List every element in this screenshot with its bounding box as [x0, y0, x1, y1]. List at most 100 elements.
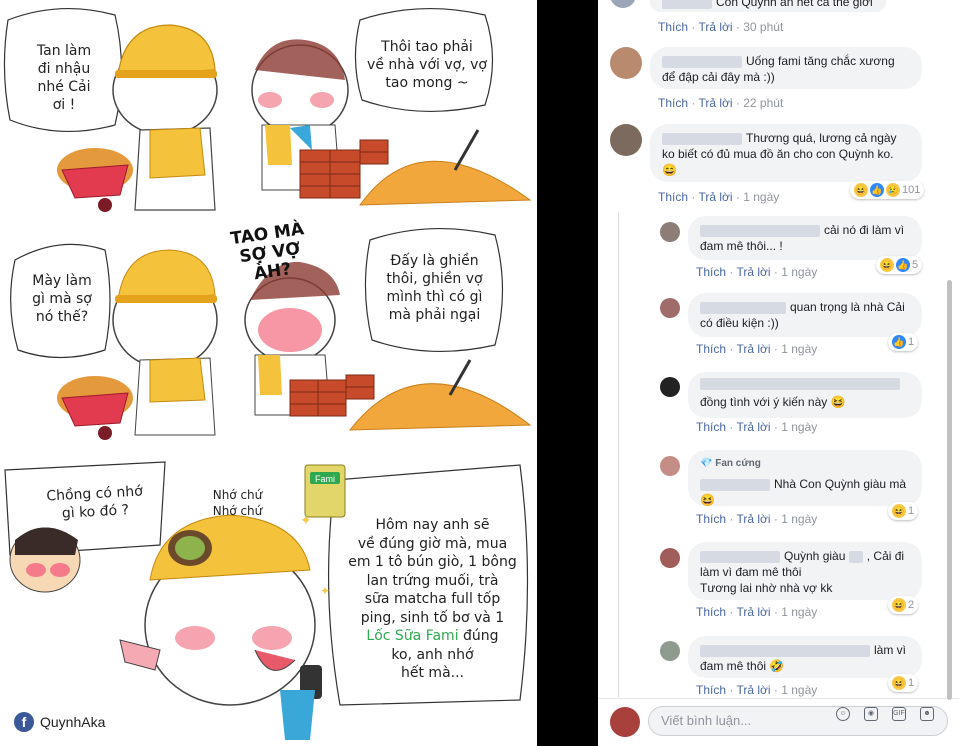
- reaction-summary[interactable]: 😆 1: [888, 674, 919, 692]
- reaction-summary[interactable]: 😆 👍 😢 101: [850, 181, 925, 199]
- panel2-right-bubble: Đấy là ghiền thôi, ghiền vợ mình thì có …: [386, 253, 483, 323]
- laugh-emoji-icon: 😄: [662, 163, 677, 177]
- like-link[interactable]: Thích: [658, 20, 688, 34]
- rofl-emoji-icon: 🤣: [769, 659, 785, 673]
- reply-text: Nhà Con Quỳnh giàu mà: [774, 477, 907, 491]
- reply-time: 1 ngày: [781, 265, 818, 279]
- fan-badge: 💎 Fan cứng: [700, 456, 910, 472]
- reaction-summary[interactable]: 😆 2: [888, 596, 919, 614]
- reply-link[interactable]: Trả lời: [736, 512, 770, 526]
- svg-text:✦: ✦: [300, 512, 312, 528]
- reply-link[interactable]: Trả lời: [736, 420, 770, 434]
- svg-text:✦: ✦: [320, 584, 330, 598]
- like-link[interactable]: Thích: [696, 420, 726, 434]
- avatar[interactable]: [660, 641, 680, 661]
- avatar[interactable]: [610, 0, 636, 8]
- reply-meta: Thích · Trả lời · 1 ngày: [696, 605, 818, 619]
- panel3-whisper: Nhớ chứ Nhớ chứ: [212, 488, 263, 518]
- like-link[interactable]: Thích: [658, 190, 688, 204]
- comment-meta: Thích · Trả lời · 22 phút: [658, 96, 784, 110]
- camera-icon[interactable]: ◉: [864, 707, 878, 721]
- haha-reaction-icon: 😆: [880, 258, 894, 272]
- panel3-highlight: Lốc Sữa Fami: [366, 628, 459, 644]
- panel1-right-bubble: Thôi tao phải về nhà với vợ, vợ tao mong…: [367, 39, 487, 91]
- like-link[interactable]: Thích: [696, 512, 726, 526]
- reply-bubble: Quỳnh giàu , Cải đi làm vì đam mê thôi T…: [688, 542, 922, 600]
- like-reaction-icon: 👍: [896, 258, 910, 272]
- laugh-emoji-icon: 😆: [830, 395, 846, 409]
- commenter-name-blurred[interactable]: [700, 478, 770, 491]
- avatar[interactable]: [660, 298, 680, 318]
- reaction-count: 5: [912, 259, 919, 271]
- haha-reaction-icon: 😆: [892, 504, 906, 518]
- like-link[interactable]: Thích: [658, 96, 688, 110]
- panel1-left-bubble: Tan làm đi nhậu nhé Cải ơi !: [36, 43, 92, 113]
- comment-time: 1 ngày: [743, 190, 780, 204]
- reply-link[interactable]: Trả lời: [736, 683, 770, 697]
- reaction-summary[interactable]: 👍 1: [888, 333, 919, 351]
- like-reaction-icon: 👍: [870, 183, 884, 197]
- comic-image: Fami ✦ ✦ Tan làm đi nhậu nhé Cải ơi ! Th…: [0, 0, 537, 746]
- like-link[interactable]: Thích: [696, 683, 726, 697]
- commenter-name-blurred[interactable]: [700, 550, 780, 563]
- smiley-icon[interactable]: ☺: [836, 707, 850, 721]
- reply-link[interactable]: Trả lời: [698, 96, 732, 110]
- reply-link[interactable]: Trả lời: [698, 190, 732, 204]
- reply-thread-line: [618, 212, 619, 697]
- avatar[interactable]: [610, 124, 642, 156]
- fan-badge-label: Fan cứng: [715, 458, 761, 469]
- reply-text-1: Quỳnh giàu: [784, 549, 846, 563]
- comment-composer: Viết bình luận... ☺ ◉ GIF ☻: [598, 698, 959, 746]
- reply-link[interactable]: Trả lời: [736, 265, 770, 279]
- scrollbar-thumb[interactable]: [947, 280, 952, 700]
- reply-meta: Thích · Trả lời · 1 ngày: [696, 420, 818, 434]
- reaction-summary[interactable]: 😆 👍 5: [876, 256, 923, 274]
- commenter-name-blurred[interactable]: [662, 132, 742, 145]
- reply-meta: Thích · Trả lời · 1 ngày: [696, 265, 818, 279]
- reply-text: đồng tình với ý kiến này: [700, 395, 828, 409]
- commenter-name-blurred[interactable]: [662, 55, 742, 68]
- reply-meta: Thích · Trả lời · 1 ngày: [696, 342, 818, 356]
- reply-bubble: 💎 Fan cứng Nhà Con Quỳnh giàu mà 😆: [688, 450, 922, 507]
- reaction-count: 1: [908, 505, 915, 517]
- panel3-left-bubble: Chồng có nhớ gì ko đó ?: [45, 483, 144, 522]
- like-link[interactable]: Thích: [696, 265, 726, 279]
- comment-text: Con Quỳnh ăn hết cả thế giới: [716, 0, 873, 9]
- comment-meta: Thích · Trả lời · 30 phút: [658, 20, 784, 34]
- comment-panel: Con Quỳnh ăn hết cả thế giới Thích · Trả…: [598, 0, 959, 746]
- current-user-avatar[interactable]: [610, 707, 640, 737]
- reply-link[interactable]: Trả lời: [736, 342, 770, 356]
- avatar[interactable]: [660, 222, 680, 242]
- reply-time: 1 ngày: [781, 605, 818, 619]
- comment-bubble: Con Quỳnh ăn hết cả thế giới: [650, 0, 886, 12]
- reaction-count: 1: [908, 677, 915, 689]
- panel3-right-bubble: Hôm nay anh sẽ về đúng giờ mà, mua em 1 …: [340, 516, 525, 683]
- gif-icon[interactable]: GIF: [892, 707, 906, 721]
- comic-credit: f QuynhAka: [14, 712, 105, 732]
- reply-meta: Thích · Trả lời · 1 ngày: [696, 512, 818, 526]
- redacted-word: [848, 550, 863, 563]
- like-link[interactable]: Thích: [696, 342, 726, 356]
- avatar[interactable]: [660, 548, 680, 568]
- reaction-count: 2: [908, 599, 915, 611]
- reply-text-2: Tương lai nhờ nhà vợ kk: [700, 581, 833, 595]
- facebook-icon: f: [14, 712, 34, 732]
- avatar[interactable]: [660, 377, 680, 397]
- commenter-name-blurred[interactable]: [662, 0, 712, 9]
- commenter-name-blurred[interactable]: [700, 301, 786, 314]
- like-link[interactable]: Thích: [696, 605, 726, 619]
- avatar[interactable]: [660, 456, 680, 476]
- reaction-summary[interactable]: 😆 1: [888, 502, 919, 520]
- reply-bubble: làm vì đam mê thôi 🤣: [688, 636, 922, 678]
- sticker-icon[interactable]: ☻: [920, 707, 934, 721]
- avatar[interactable]: [610, 47, 642, 79]
- commenter-name-blurred[interactable]: [700, 224, 820, 237]
- reply-link[interactable]: Trả lời: [698, 20, 732, 34]
- comment-meta: Thích · Trả lời · 1 ngày: [658, 190, 780, 204]
- commenter-name-blurred[interactable]: [700, 378, 900, 390]
- reply-link[interactable]: Trả lời: [736, 605, 770, 619]
- laugh-emoji-icon: 😆: [700, 493, 715, 507]
- commenter-name-blurred[interactable]: [700, 644, 870, 657]
- comment-bubble: Uống fami tăng chắc xương để đập cải đây…: [650, 47, 922, 89]
- haha-reaction-icon: 😆: [854, 183, 868, 197]
